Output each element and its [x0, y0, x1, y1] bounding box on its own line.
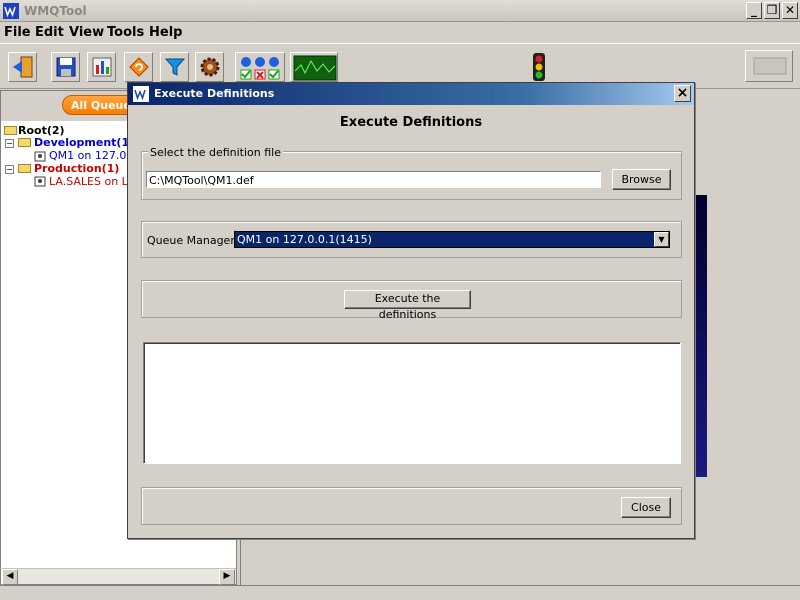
- status-bar: [0, 585, 800, 600]
- definition-file-input[interactable]: C:\MQTool\QM1.def: [146, 171, 601, 188]
- save-button[interactable]: [51, 52, 80, 82]
- app-titlebar[interactable]: WMQTool _ ❒ ✕: [0, 0, 800, 22]
- execute-group: Execute the definitions: [141, 280, 682, 321]
- queue-status-icon: [240, 57, 280, 80]
- folder-icon: [18, 164, 31, 173]
- status-panel-button[interactable]: [745, 50, 793, 82]
- filter-icon: [164, 58, 186, 76]
- traffic-light-icon: [533, 53, 545, 81]
- monitor-icon: [293, 55, 337, 81]
- execute-definitions-button[interactable]: Execute the definitions: [344, 290, 471, 321]
- chevron-down-icon[interactable]: ▼: [654, 232, 669, 247]
- tree-node-production[interactable]: Production(1): [34, 162, 119, 175]
- file-selection-group: Select the definition file C:\MQTool\QM1…: [141, 146, 682, 200]
- close-window-button[interactable]: ✕: [782, 2, 798, 19]
- menu-view[interactable]: View: [69, 25, 104, 40]
- app-logo-icon: [133, 86, 149, 102]
- refresh-button[interactable]: [124, 52, 153, 82]
- queue-manager-icon: [34, 176, 46, 187]
- queue-status-button[interactable]: [235, 52, 285, 82]
- file-group-label: Select the definition file: [148, 146, 284, 159]
- monitor-button[interactable]: [290, 52, 338, 82]
- dialog-titlebar[interactable]: Execute Definitions ×: [128, 83, 694, 105]
- dialog-footer-group: Close: [141, 487, 682, 525]
- menu-file[interactable]: File: [4, 25, 31, 40]
- queue-manager-icon: [34, 151, 46, 162]
- browse-button[interactable]: Browse: [612, 169, 671, 190]
- minimize-button[interactable]: _: [746, 2, 762, 19]
- dialog-close-icon[interactable]: ×: [674, 85, 691, 102]
- collapse-icon[interactable]: −: [5, 165, 14, 174]
- report-button[interactable]: [87, 52, 116, 82]
- collapse-icon[interactable]: −: [5, 139, 14, 148]
- queue-manager-selected-value: QM1 on 127.0.0.1(1415): [237, 233, 372, 246]
- folder-icon: [4, 126, 17, 135]
- dialog-title: Execute Definitions: [154, 87, 275, 100]
- menu-edit[interactable]: Edit: [35, 25, 64, 40]
- exit-button[interactable]: [8, 52, 37, 82]
- filter-button[interactable]: [160, 52, 189, 82]
- app-logo-icon: [3, 3, 19, 19]
- settings-icon: [200, 57, 220, 77]
- tree-node-development[interactable]: Development(1): [34, 136, 134, 149]
- queue-manager-label: Queue Manager :: [147, 234, 243, 247]
- panel-icon: [753, 57, 787, 75]
- close-button[interactable]: Close: [621, 497, 671, 518]
- tree-node-la-sales[interactable]: LA.SALES on Lo: [49, 175, 134, 188]
- scroll-left-icon[interactable]: ◀: [2, 569, 18, 585]
- save-icon: [56, 57, 76, 77]
- execute-definitions-dialog: Execute Definitions × Execute Definition…: [127, 82, 695, 539]
- maximize-button[interactable]: ❒: [764, 2, 780, 19]
- horizontal-scrollbar[interactable]: ◀ ▶: [2, 568, 236, 585]
- scroll-right-icon[interactable]: ▶: [219, 569, 235, 585]
- background-window-edge: [694, 195, 707, 477]
- dialog-heading: Execute Definitions: [339, 115, 483, 130]
- report-icon: [92, 57, 112, 77]
- menu-bar: File Edit View Tools Help: [0, 22, 800, 43]
- folder-icon: [18, 138, 31, 147]
- settings-button[interactable]: [195, 52, 224, 82]
- menu-tools[interactable]: Tools: [107, 25, 144, 40]
- menu-help[interactable]: Help: [149, 25, 182, 40]
- output-textarea[interactable]: [143, 342, 681, 464]
- app-title: WMQTool: [24, 4, 87, 18]
- queue-manager-select[interactable]: QM1 on 127.0.0.1(1415) ▼: [234, 231, 670, 248]
- exit-icon: [13, 56, 33, 78]
- refresh-icon: [129, 57, 149, 77]
